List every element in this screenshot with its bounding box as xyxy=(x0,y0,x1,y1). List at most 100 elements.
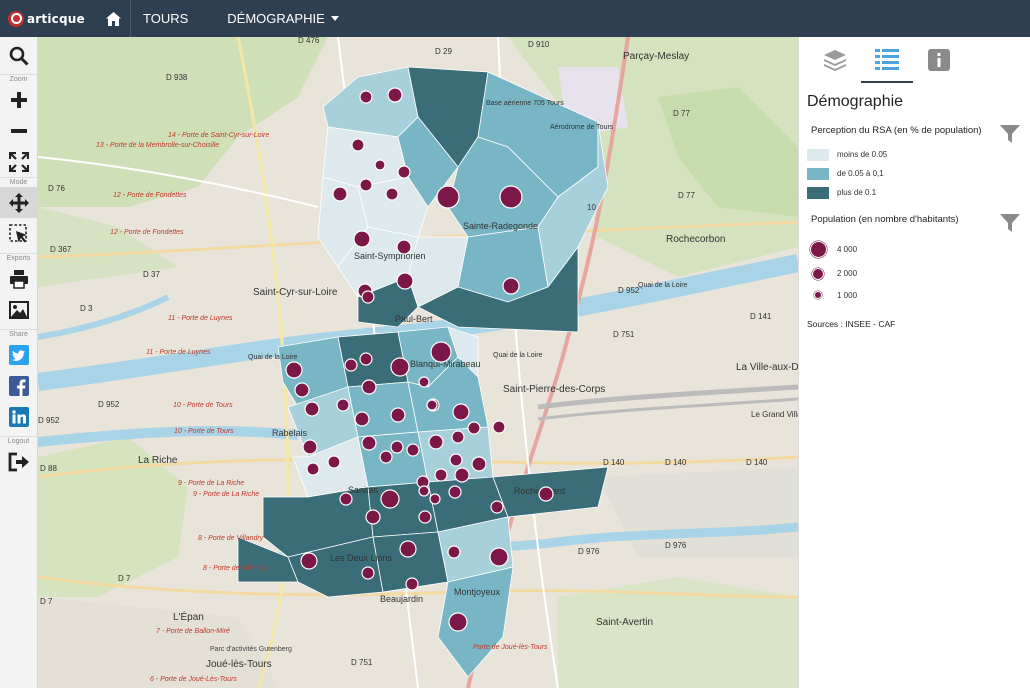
population-circle[interactable] xyxy=(430,341,452,363)
population-circle[interactable] xyxy=(434,468,448,482)
select-mode-button[interactable] xyxy=(0,218,38,249)
population-circle[interactable] xyxy=(385,187,399,201)
population-circle[interactable] xyxy=(449,453,463,467)
population-circle[interactable] xyxy=(448,612,468,632)
population-circle[interactable] xyxy=(426,399,438,411)
expand-icon xyxy=(9,151,29,172)
zoom-out-button[interactable] xyxy=(0,115,38,146)
population-circle[interactable] xyxy=(304,401,320,417)
map-label: Saint-Cyr-sur-Loire xyxy=(253,287,338,298)
population-circle[interactable] xyxy=(302,439,318,455)
population-circle[interactable] xyxy=(332,186,348,202)
share-linkedin-button[interactable] xyxy=(0,401,38,432)
pop-legend-title: Population (en nombre d'habitants) xyxy=(811,214,959,225)
road-label: D 141 xyxy=(750,312,772,321)
population-circle[interactable] xyxy=(451,430,465,444)
population-circle[interactable] xyxy=(399,540,417,558)
tab-layers[interactable] xyxy=(809,37,861,83)
population-circle[interactable] xyxy=(418,485,430,497)
population-circle[interactable] xyxy=(327,455,341,469)
population-circle[interactable] xyxy=(344,358,358,372)
population-circle[interactable] xyxy=(406,443,420,457)
population-circle[interactable] xyxy=(380,489,400,509)
tab-legend[interactable] xyxy=(861,37,913,83)
population-circle[interactable] xyxy=(467,421,481,435)
map-label: L'Épan xyxy=(173,610,204,623)
population-circle[interactable] xyxy=(387,87,403,103)
road-label: D 952 xyxy=(98,400,120,409)
population-circle[interactable] xyxy=(359,90,373,104)
share-twitter-button[interactable] xyxy=(0,339,38,370)
tab-info[interactable] xyxy=(913,37,965,83)
fullscreen-button[interactable] xyxy=(0,146,38,177)
map-label: Saint-Pierre-des-Corps xyxy=(503,384,605,395)
population-circle[interactable] xyxy=(361,379,377,395)
population-circle[interactable] xyxy=(492,420,506,434)
population-circle[interactable] xyxy=(448,485,462,499)
population-circle[interactable] xyxy=(396,239,412,255)
nav-demographie-dropdown[interactable]: DÉMOGRAPHIE xyxy=(214,0,352,37)
pan-mode-button[interactable] xyxy=(0,187,38,218)
population-circle[interactable] xyxy=(502,277,520,295)
population-circle[interactable] xyxy=(351,138,365,152)
population-circle[interactable] xyxy=(359,178,373,192)
selection-arrow-icon xyxy=(9,223,27,242)
zoom-in-button[interactable] xyxy=(0,84,38,115)
population-circle[interactable] xyxy=(429,493,441,505)
population-circle[interactable] xyxy=(353,230,371,248)
population-circle[interactable] xyxy=(390,407,406,423)
population-circle[interactable] xyxy=(306,462,320,476)
map-label: Les Deux Lions xyxy=(330,553,393,563)
map-label: La Riche xyxy=(138,455,178,466)
population-circle[interactable] xyxy=(361,435,377,451)
population-circle[interactable] xyxy=(418,510,432,524)
population-circle[interactable] xyxy=(397,165,411,179)
population-circle[interactable] xyxy=(447,545,461,559)
map-view[interactable]: Saint-Cyr-sur-Loire La Riche Saint-Pierr… xyxy=(38,37,798,688)
population-circle[interactable] xyxy=(339,492,353,506)
population-circle[interactable] xyxy=(379,450,393,464)
population-circle[interactable] xyxy=(396,272,414,290)
legend-circle xyxy=(812,267,824,280)
gate-label: 13 - Porte de la Membrolle-sur-Choisille xyxy=(96,142,219,149)
population-circle[interactable] xyxy=(428,434,444,450)
gate-label: Parc d'activités Gutenberg xyxy=(210,646,292,653)
population-circle[interactable] xyxy=(361,566,375,580)
population-circle[interactable] xyxy=(354,411,370,427)
filter-icon[interactable] xyxy=(1000,214,1020,232)
logout-button[interactable] xyxy=(0,446,38,477)
population-circle[interactable] xyxy=(374,159,386,171)
population-circle[interactable] xyxy=(294,382,310,398)
export-image-button[interactable] xyxy=(0,294,38,325)
home-button[interactable] xyxy=(96,0,131,37)
population-circle[interactable] xyxy=(499,185,523,209)
population-circle[interactable] xyxy=(538,486,554,502)
population-circle[interactable] xyxy=(336,398,350,412)
population-circle[interactable] xyxy=(418,376,430,388)
population-circle[interactable] xyxy=(300,552,318,570)
nav-tours[interactable]: TOURS xyxy=(131,0,214,37)
population-circle[interactable] xyxy=(452,403,470,421)
population-circle[interactable] xyxy=(436,185,460,209)
rsa-legend-item: moins de 0.05 xyxy=(807,145,1030,164)
population-circle[interactable] xyxy=(454,467,470,483)
search-button[interactable] xyxy=(0,37,38,74)
population-circle[interactable] xyxy=(490,500,504,514)
population-circle[interactable] xyxy=(390,357,410,377)
road-label: D 77 xyxy=(673,109,690,118)
population-circle[interactable] xyxy=(390,440,404,454)
population-circle[interactable] xyxy=(359,352,373,366)
share-facebook-button[interactable] xyxy=(0,370,38,401)
population-circle[interactable] xyxy=(285,361,303,379)
print-button[interactable] xyxy=(0,263,38,294)
choropleth-map[interactable]: Saint-Cyr-sur-Loire La Riche Saint-Pierr… xyxy=(38,37,798,688)
population-circle[interactable] xyxy=(361,290,375,304)
filter-icon[interactable] xyxy=(1000,125,1020,143)
articque-logo[interactable]: articque xyxy=(0,0,96,37)
population-circle[interactable] xyxy=(471,456,487,472)
population-circle[interactable] xyxy=(405,577,419,591)
population-circle[interactable] xyxy=(489,547,509,567)
minus-icon xyxy=(11,128,27,133)
population-circle[interactable] xyxy=(365,509,381,525)
toolbar-section-zoom: Zoom xyxy=(0,74,37,84)
